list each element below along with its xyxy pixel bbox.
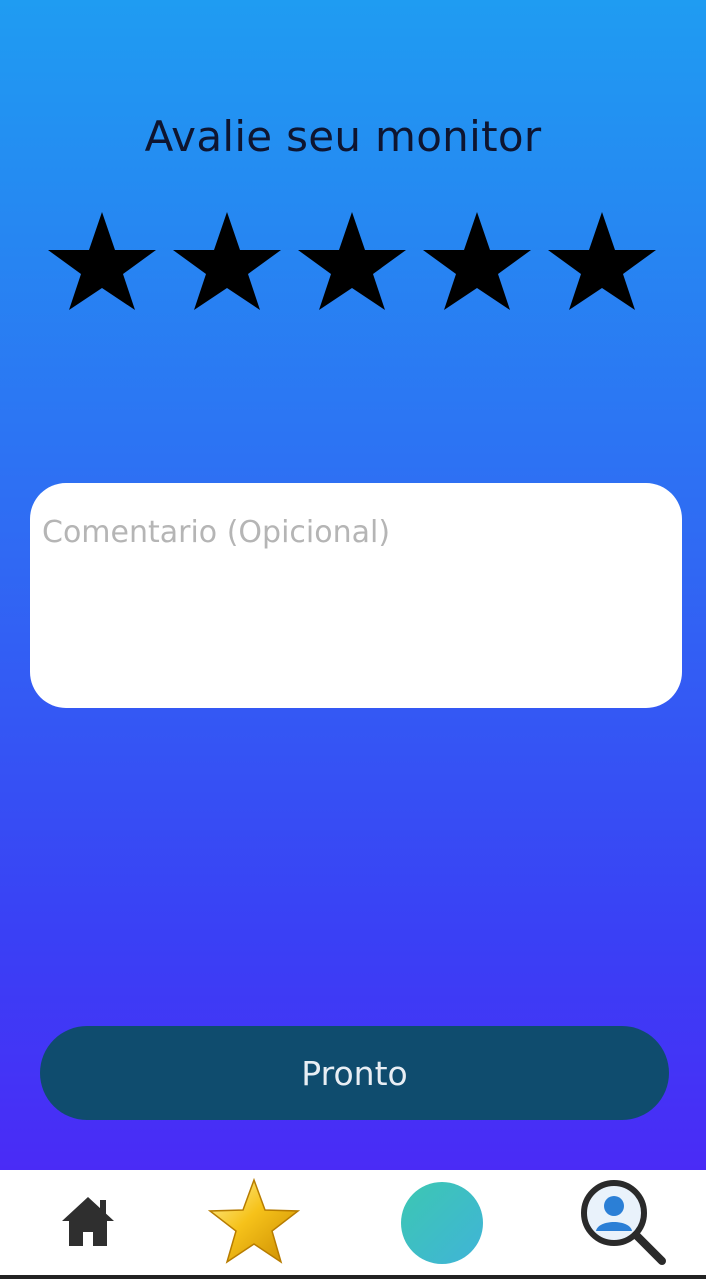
home-icon (59, 1194, 117, 1252)
nav-circle[interactable] (396, 1170, 488, 1275)
star-icon (207, 1177, 301, 1268)
profile-search-icon (576, 1175, 668, 1271)
star-1-icon[interactable] (42, 206, 162, 314)
nav-favorites[interactable] (204, 1170, 304, 1275)
star-4-icon[interactable] (417, 206, 537, 314)
bottom-nav (0, 1170, 706, 1279)
rating-panel: Avalie seu monitor Pronto (0, 0, 706, 1170)
done-button-label: Pronto (301, 1053, 408, 1093)
circle-icon (401, 1181, 483, 1264)
star-rating[interactable] (42, 206, 662, 314)
star-3-icon[interactable] (292, 206, 412, 314)
star-5-icon[interactable] (542, 206, 662, 314)
done-button[interactable]: Pronto (40, 1026, 669, 1120)
nav-search-profile[interactable] (572, 1170, 672, 1275)
page-title: Avalie seu monitor (144, 112, 542, 161)
comment-field[interactable] (42, 515, 670, 696)
star-2-icon[interactable] (167, 206, 287, 314)
nav-home[interactable] (48, 1170, 128, 1275)
app-screen: Avalie seu monitor Pronto (0, 0, 706, 1279)
comment-box (30, 483, 682, 708)
